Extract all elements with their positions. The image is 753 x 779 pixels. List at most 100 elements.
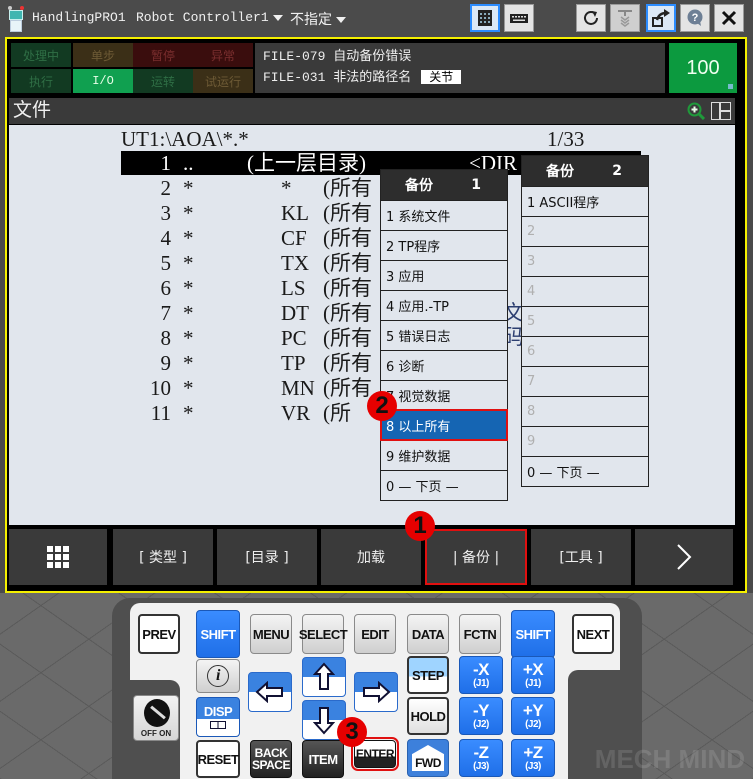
row-ext: DT bbox=[281, 301, 309, 325]
close-button[interactable] bbox=[714, 4, 744, 32]
next-page-button[interactable] bbox=[635, 529, 733, 585]
refresh-button[interactable] bbox=[576, 4, 606, 32]
hold-key[interactable]: HOLD bbox=[407, 697, 449, 735]
row-number: 5 bbox=[160, 251, 172, 275]
external-window-icon bbox=[652, 9, 670, 27]
group-dropdown[interactable]: 不指定 bbox=[290, 9, 346, 29]
menu-item[interactable]: 6 诊断 bbox=[381, 350, 507, 380]
popup-header: 备份 2 bbox=[522, 156, 648, 186]
menu-key[interactable]: MENU bbox=[250, 614, 292, 654]
menu-item[interactable]: 8 bbox=[522, 396, 648, 426]
alarm-line-2-text: FILE-031 非法的路径名 bbox=[263, 70, 412, 85]
row-desc: (上一层目录) bbox=[247, 151, 366, 175]
row-number: 6 bbox=[160, 276, 172, 300]
jog-key[interactable]: -X (J1) bbox=[459, 656, 503, 694]
led-prod: 运转 bbox=[133, 69, 193, 93]
menu-item[interactable]: 8 以上所有 bbox=[380, 409, 508, 441]
row-ext: TX bbox=[281, 251, 309, 275]
item-key[interactable]: ITEM bbox=[302, 740, 344, 778]
jog-key[interactable]: -Z (J3) bbox=[459, 739, 503, 777]
led-hold: 暂停 bbox=[133, 43, 193, 67]
menu-item[interactable]: 4 bbox=[522, 276, 648, 306]
shift-right-key[interactable]: SHIFT bbox=[511, 610, 555, 658]
row-desc: (所有 bbox=[323, 251, 372, 275]
controller-dropdown[interactable]: Robot Controller1 bbox=[136, 10, 283, 25]
left-arrow-key[interactable] bbox=[248, 672, 292, 712]
external-window-button[interactable] bbox=[646, 4, 676, 32]
zoom-in-icon[interactable] bbox=[687, 102, 705, 120]
menu-item[interactable]: 7 bbox=[522, 366, 648, 396]
popup-header: 备份 1 bbox=[381, 170, 507, 200]
menu-item[interactable]: 1 系统文件 bbox=[381, 200, 507, 230]
grid-menu-icon bbox=[47, 546, 69, 568]
jog-axis-label: +X bbox=[522, 660, 544, 679]
f1-type-button[interactable]: [ 类型 ] bbox=[113, 529, 213, 585]
jog-key[interactable]: +Z (J3) bbox=[511, 739, 555, 777]
row-number: 11 bbox=[150, 401, 171, 425]
menu-item[interactable]: 5 错误日志 bbox=[381, 320, 507, 350]
menu-item[interactable]: 2 bbox=[522, 216, 648, 246]
help-button[interactable]: ? bbox=[680, 4, 710, 32]
f5-tools-button[interactable]: [工具 ] bbox=[531, 529, 631, 585]
refresh-icon bbox=[584, 11, 598, 25]
menu-item[interactable]: 7 视觉数据 bbox=[381, 380, 507, 410]
split-screen-icon[interactable] bbox=[711, 102, 731, 120]
menu-item[interactable]: 0 — 下页 — bbox=[522, 456, 648, 486]
shift-left-key[interactable]: SHIFT bbox=[196, 610, 240, 658]
f4-backup-button[interactable]: | 备份 | bbox=[425, 529, 527, 585]
menu-item[interactable]: 9 维护数据 bbox=[381, 440, 507, 470]
row-number: 10 bbox=[150, 376, 171, 400]
row-number: 4 bbox=[160, 226, 172, 250]
f2-directory-button[interactable]: [目录 ] bbox=[217, 529, 317, 585]
menu-item[interactable]: 9 bbox=[522, 426, 648, 456]
row-name: * bbox=[183, 226, 194, 250]
right-arrow-key[interactable] bbox=[354, 672, 398, 712]
row-name: * bbox=[183, 376, 194, 400]
popup-page: 1 bbox=[471, 177, 481, 193]
menu-item[interactable]: 1 ASCII程序 bbox=[522, 186, 648, 216]
controller-label: Robot Controller1 bbox=[136, 10, 269, 25]
menu-item[interactable]: 6 bbox=[522, 336, 648, 366]
step-key[interactable]: STEP bbox=[407, 656, 449, 694]
robot-toggle-button[interactable] bbox=[610, 4, 640, 32]
speed-override[interactable]: 100 bbox=[669, 43, 737, 93]
menu-item[interactable]: 0 — 下页 — bbox=[381, 470, 507, 500]
enable-switch[interactable]: OFF ON bbox=[133, 695, 179, 741]
popup-page: 2 bbox=[612, 163, 622, 179]
disp-key[interactable]: DISP bbox=[196, 697, 240, 737]
data-key[interactable]: DATA bbox=[407, 614, 449, 654]
row-ext: TP bbox=[281, 351, 306, 375]
callout-3: 3 bbox=[337, 717, 367, 747]
row-desc: (所有 bbox=[323, 176, 372, 200]
jog-axis-label: -Z bbox=[473, 743, 489, 762]
row-name: * bbox=[183, 176, 194, 200]
menu-item[interactable]: 3 bbox=[522, 246, 648, 276]
jog-key[interactable]: +Y (J2) bbox=[511, 697, 555, 735]
jog-key[interactable]: +X (J1) bbox=[511, 656, 555, 694]
select-key[interactable]: SELECT bbox=[299, 614, 348, 654]
edit-key[interactable]: EDIT bbox=[354, 614, 396, 654]
jog-key[interactable]: -Y (J2) bbox=[459, 697, 503, 735]
prev-key[interactable]: PREV bbox=[138, 614, 180, 654]
up-arrow-key[interactable] bbox=[302, 657, 346, 697]
screen-title: 文件 bbox=[13, 100, 52, 121]
jog-joint-label: (J2) bbox=[473, 719, 489, 730]
fwd-key[interactable]: FWD bbox=[407, 739, 449, 777]
menu-item[interactable]: 4 应用.-TP bbox=[381, 290, 507, 320]
menu-grid-button[interactable] bbox=[9, 529, 107, 585]
keyboard-view-button[interactable] bbox=[504, 4, 534, 32]
next-key[interactable]: NEXT bbox=[572, 614, 614, 654]
title-bar: HandlingPRO1 Robot Controller1 不指定 ? bbox=[0, 0, 753, 37]
reset-key[interactable]: RESET bbox=[196, 740, 240, 778]
menu-item[interactable]: 3 应用 bbox=[381, 260, 507, 290]
teach-pendant-view-button[interactable] bbox=[470, 4, 500, 32]
f3-load-button[interactable]: 加载 bbox=[321, 529, 421, 585]
chevron-down-icon bbox=[336, 17, 346, 23]
backspace-key[interactable]: BACK SPACE bbox=[250, 740, 292, 778]
menu-item[interactable]: 2 TP程序 bbox=[381, 230, 507, 260]
menu-item[interactable]: 5 bbox=[522, 306, 648, 336]
info-key[interactable]: i bbox=[196, 659, 240, 693]
fctn-key[interactable]: FCTN bbox=[459, 614, 501, 654]
teach-pendant-icon bbox=[478, 10, 492, 26]
info-icon: i bbox=[207, 665, 229, 687]
